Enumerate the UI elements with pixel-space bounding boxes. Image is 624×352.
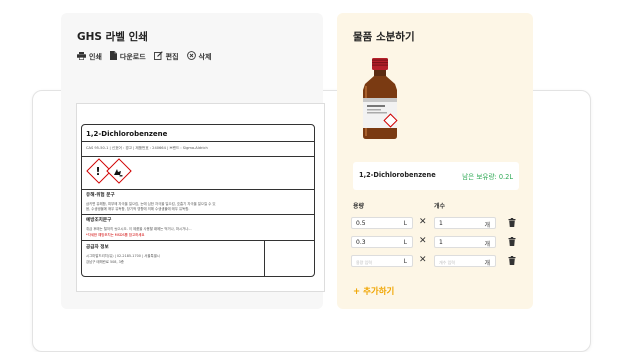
volume-placeholder: 용량 입력 — [356, 259, 372, 265]
product-card: 1,2-Dichlorobenzene 남은 보유량: 0.2L — [353, 162, 519, 190]
volume-input[interactable]: 0.5 L — [351, 217, 413, 229]
ghs-label-preview: 1,2-Dichlorobenzene CAS 95-50-1 | 신호어 : … — [76, 103, 325, 292]
volume-input[interactable]: 용량 입력 L — [351, 255, 413, 267]
count-input[interactable]: 1 개 — [434, 236, 496, 248]
divider — [82, 189, 314, 190]
hazard-text: 음, 수생생물에 매우 유독함, 장기적 영향에 의해 수생생물에 매우 유독함… — [86, 207, 190, 211]
label-meta: CAS 95-50-1 | 신호어 : 경고 | 제품번호 : 240664 |… — [86, 146, 208, 150]
count-column-header: 개수 — [434, 203, 446, 210]
ghs-label-body: 1,2-Dichlorobenzene CAS 95-50-1 | 신호어 : … — [81, 124, 315, 277]
edit-icon — [153, 51, 163, 62]
prevention-note: *자세한 예방조치는 MSDS를 참고하세요 — [86, 233, 145, 237]
count-input[interactable]: 1 개 — [434, 217, 496, 229]
volume-column-header: 용량 — [353, 203, 365, 210]
x-circle-icon — [186, 51, 196, 62]
download-button[interactable]: 다운로드 — [109, 51, 146, 62]
divider — [82, 214, 314, 215]
dispense-panel: 물품 소분하기 1,2-Dichlorobenzene 남은 보유량: 0.2L… — [337, 13, 533, 309]
divider — [82, 156, 314, 157]
exclamation-icon: ! — [95, 165, 101, 178]
count-value: 1 — [439, 239, 443, 246]
volume-unit: L — [403, 220, 407, 227]
count-placeholder: 개수 입력 — [439, 259, 455, 265]
add-row-button[interactable]: + 추가하기 — [353, 285, 394, 297]
times-icon: ✕ — [419, 255, 427, 265]
count-value: 1 — [439, 220, 443, 227]
product-bottle-image — [357, 58, 403, 144]
print-label: 인쇄 — [89, 52, 102, 61]
ghs-label-panel: GHS 라벨 인쇄 인쇄 다운로드 편집 삭제 1,2-Dichlorobenz… — [61, 13, 325, 309]
ghs-panel-title: GHS 라벨 인쇄 — [77, 31, 148, 43]
remaining-amount: 남은 보유량: 0.2L — [462, 173, 513, 181]
volume-value: 0.5 — [356, 220, 366, 227]
product-name: 1,2-Dichlorobenzene — [359, 171, 436, 179]
count-unit: 개 — [484, 241, 490, 248]
divider — [82, 240, 314, 241]
divider — [82, 141, 314, 142]
volume-input[interactable]: 0.3 L — [351, 236, 413, 248]
delete-label: 삭제 — [198, 52, 212, 61]
label-chemical-name: 1,2-Dichlorobenzene — [86, 130, 168, 138]
print-button[interactable]: 인쇄 — [77, 51, 102, 62]
delete-button[interactable]: 삭제 — [186, 51, 212, 62]
edit-button[interactable]: 편집 — [153, 51, 179, 62]
divider — [264, 240, 265, 276]
volume-value: 0.3 — [356, 239, 366, 246]
prevention-title: 예방조치문구 — [86, 218, 112, 223]
supplier-text: 강남구 테헤란로 508, 3층 — [86, 260, 124, 264]
volume-unit: L — [403, 239, 407, 246]
trash-icon[interactable] — [508, 237, 516, 248]
file-icon — [109, 51, 117, 62]
printer-icon — [77, 51, 86, 62]
trash-icon[interactable] — [508, 218, 516, 229]
hazard-title: 유해·위험 문구 — [86, 193, 115, 198]
supplier-title: 공급자 정보 — [86, 245, 109, 250]
environment-icon — [108, 162, 128, 182]
edit-label: 편집 — [165, 52, 179, 61]
dispense-panel-title: 물품 소분하기 — [353, 31, 415, 43]
volume-unit: L — [403, 258, 407, 265]
download-label: 다운로드 — [119, 52, 146, 61]
trash-icon[interactable] — [508, 256, 516, 267]
count-unit: 개 — [484, 260, 490, 267]
count-unit: 개 — [484, 222, 490, 229]
count-input[interactable]: 개수 입력 개 — [434, 255, 496, 267]
ghs-toolbar: 인쇄 다운로드 편집 삭제 — [77, 51, 211, 62]
times-icon: ✕ — [419, 236, 427, 246]
supplier-text: 시그마알드리치(유) | 02-2185-1700 | 서울특별시 — [86, 254, 160, 258]
prevention-text: 취급 후에는 철저히 씻으시오. 이 제품을 사용할 때에는 먹거나, 마시거나… — [86, 227, 192, 231]
times-icon: ✕ — [419, 217, 427, 227]
